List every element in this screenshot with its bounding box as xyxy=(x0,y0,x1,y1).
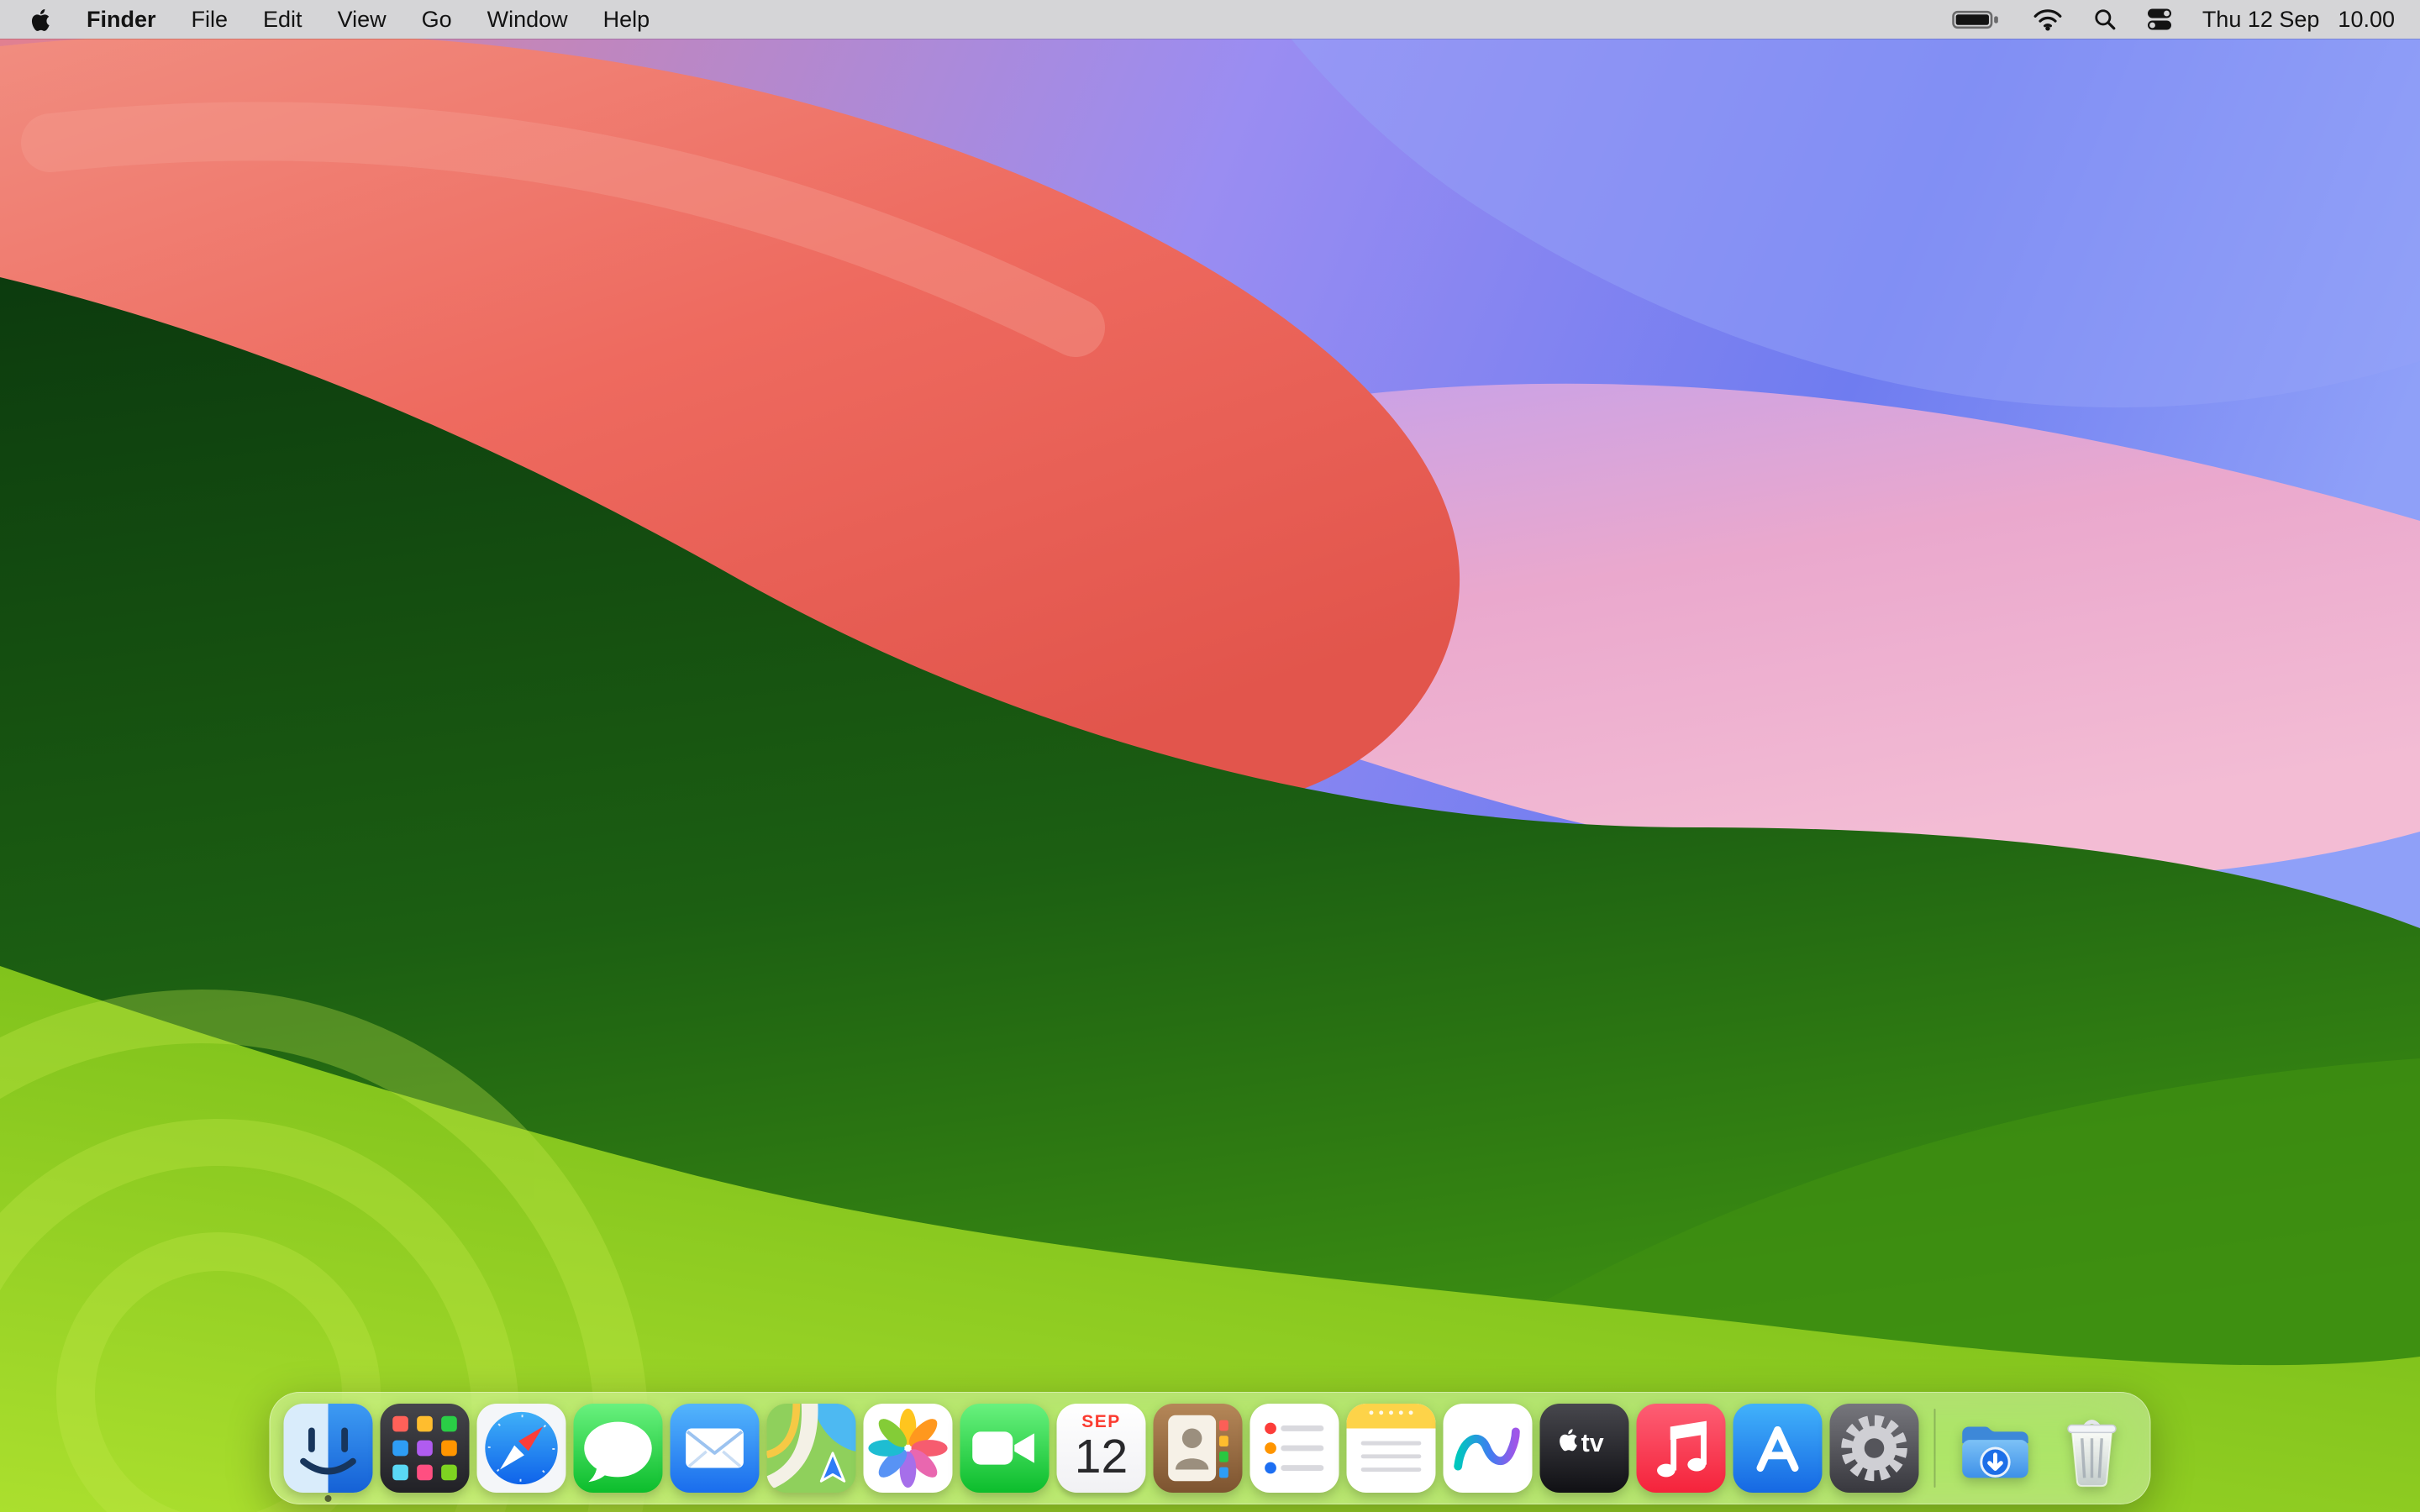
dock-item-maps[interactable] xyxy=(767,1404,856,1493)
mail-icon xyxy=(671,1404,760,1493)
spotlight-menu[interactable] xyxy=(2093,8,2117,31)
dock-item-messages[interactable] xyxy=(574,1404,663,1493)
calendar-month: SEP xyxy=(1081,1413,1121,1431)
menu-item-view[interactable]: View xyxy=(320,0,404,39)
dock-item-finder[interactable] xyxy=(284,1404,373,1493)
battery-icon xyxy=(1952,8,2002,31)
messages-icon xyxy=(574,1404,663,1493)
clock-date: Thu 12 Sep xyxy=(2202,7,2320,33)
dock-item-facetime[interactable] xyxy=(960,1404,1050,1493)
dock-item-trash[interactable] xyxy=(2048,1404,2137,1493)
menu-item-window[interactable]: Window xyxy=(470,0,586,39)
menu-bar-clock[interactable]: Thu 12 Sep 10.00 xyxy=(2202,7,2395,33)
music-icon xyxy=(1637,1404,1726,1493)
apple-menu[interactable] xyxy=(10,0,69,39)
wallpaper-sonoma xyxy=(0,0,2420,1512)
dock-item-launchpad[interactable] xyxy=(381,1404,470,1493)
photos-icon xyxy=(864,1404,953,1493)
wifi-menu[interactable] xyxy=(2033,8,2063,31)
downloads-folder-icon xyxy=(1951,1404,2040,1493)
menu-item-help[interactable]: Help xyxy=(586,0,668,39)
dock-item-calendar[interactable]: SEP 12 xyxy=(1057,1404,1146,1493)
spotlight-search-icon xyxy=(2093,8,2117,31)
clock-time: 10.00 xyxy=(2338,7,2395,33)
reminders-icon xyxy=(1250,1404,1339,1493)
dock-item-reminders[interactable] xyxy=(1250,1404,1339,1493)
menu-item-go[interactable]: Go xyxy=(404,0,470,39)
menu-bar-left: Finder File Edit View Go Window Help xyxy=(10,0,667,39)
dock-item-photos[interactable] xyxy=(864,1404,953,1493)
notes-icon xyxy=(1347,1404,1436,1493)
dock-item-notes[interactable] xyxy=(1347,1404,1436,1493)
dock-item-contacts[interactable] xyxy=(1154,1404,1243,1493)
menu-item-file[interactable]: File xyxy=(174,0,246,39)
running-indicator xyxy=(325,1495,332,1502)
contacts-icon xyxy=(1154,1404,1243,1493)
maps-icon xyxy=(767,1404,856,1493)
dock-item-app-store[interactable] xyxy=(1733,1404,1823,1493)
battery-menu[interactable] xyxy=(1952,8,2002,31)
menu-bar: Finder File Edit View Go Window Help xyxy=(0,0,2420,39)
control-center-menu[interactable] xyxy=(2147,7,2172,32)
dock-item-tv[interactable]: tv xyxy=(1540,1404,1629,1493)
dock-item-music[interactable] xyxy=(1637,1404,1726,1493)
desktop[interactable]: { "menu_bar": { "logo_icon": "apple-logo… xyxy=(0,0,2420,1512)
calendar-icon: SEP 12 xyxy=(1057,1404,1146,1493)
dock-item-system-settings[interactable] xyxy=(1830,1404,1919,1493)
menu-item-edit[interactable]: Edit xyxy=(245,0,320,39)
dock-item-mail[interactable] xyxy=(671,1404,760,1493)
menu-item-finder[interactable]: Finder xyxy=(69,0,174,39)
safari-icon xyxy=(477,1404,566,1493)
trash-icon xyxy=(2048,1404,2137,1493)
dock: SEP 12 xyxy=(270,1392,2151,1504)
menu-bar-status: Thu 12 Sep 10.00 xyxy=(1952,0,2410,39)
control-center-icon xyxy=(2147,7,2172,32)
dock-item-downloads[interactable] xyxy=(1951,1404,2040,1493)
wifi-icon xyxy=(2033,8,2063,31)
apple-logo-icon xyxy=(29,7,50,32)
tv-label: tv xyxy=(1581,1429,1604,1457)
calendar-day: 12 xyxy=(1075,1431,1128,1483)
facetime-icon xyxy=(960,1404,1050,1493)
dock-item-safari[interactable] xyxy=(477,1404,566,1493)
launchpad-icon xyxy=(381,1404,470,1493)
apple-tv-icon: tv xyxy=(1540,1404,1629,1493)
system-settings-icon xyxy=(1830,1404,1919,1493)
app-store-icon xyxy=(1733,1404,1823,1493)
finder-icon xyxy=(284,1404,373,1493)
freeform-icon xyxy=(1444,1404,1533,1493)
dock-item-freeform[interactable] xyxy=(1444,1404,1533,1493)
dock-divider xyxy=(1934,1409,1936,1488)
